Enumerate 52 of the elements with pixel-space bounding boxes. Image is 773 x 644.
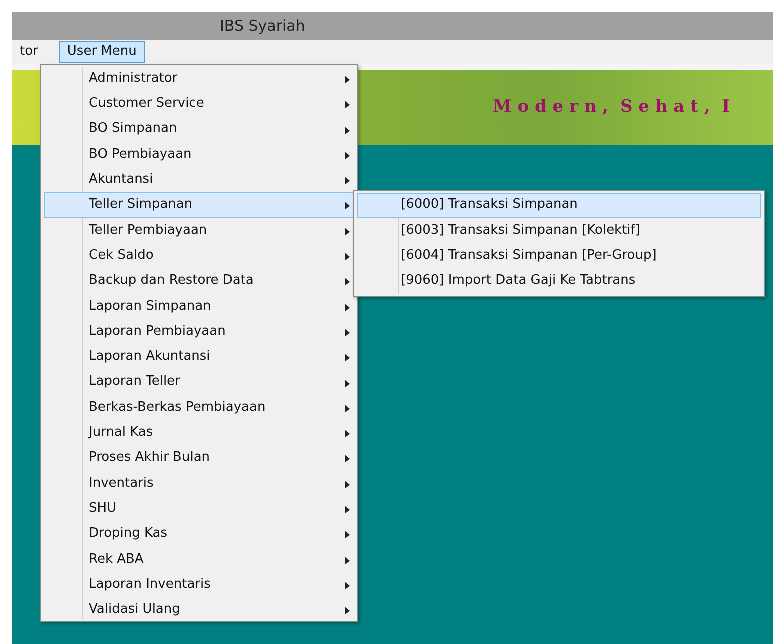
menu-item[interactable]: Laporan Simpanan [44, 294, 354, 319]
submenu-arrow-icon [345, 126, 350, 135]
submenu-item[interactable]: [6000] Transaksi Simpanan [357, 192, 761, 218]
submenu-arrow-icon [345, 430, 350, 438]
submenu-arrow-icon [345, 582, 350, 590]
menu-item[interactable]: Rek ABA [44, 546, 354, 572]
submenu-arrow-icon [345, 228, 350, 236]
menu-item[interactable]: Akuntansi [44, 167, 354, 192]
menu-item[interactable]: Laporan Inventaris [44, 572, 354, 598]
menu-item[interactable]: SHU [44, 496, 354, 522]
menu-item[interactable]: BO Pembiayaan [44, 142, 354, 168]
submenu-arrow-icon [345, 101, 350, 110]
menu-bar-item[interactable]: tor [12, 41, 46, 63]
submenu-arrow-icon [345, 152, 350, 160]
window-title: IBS Syariah [220, 16, 306, 37]
submenu-arrow-icon [345, 404, 350, 413]
menu-item[interactable]: Backup dan Restore Data [44, 268, 354, 294]
menu-item[interactable]: Laporan Akuntansi [44, 344, 354, 370]
menu-item[interactable]: Laporan Teller [44, 370, 354, 395]
menu-item[interactable]: Teller Pembiayaan [44, 218, 354, 244]
submenu-arrow-icon [345, 328, 350, 337]
submenu-arrow-icon [345, 202, 350, 210]
menu-item[interactable]: Customer Service [44, 91, 354, 117]
menu-item[interactable]: Validasi Ulang [44, 597, 354, 623]
menu-item[interactable]: Proses Akhir Bulan [44, 445, 354, 471]
menu-item[interactable]: Cek Saldo [44, 243, 354, 268]
submenu-arrow-icon [345, 480, 350, 489]
submenu-arrow-icon [345, 506, 350, 514]
submenu-arrow-icon [345, 304, 350, 312]
menu-item[interactable]: Administrator [44, 66, 354, 92]
menu-item[interactable]: Inventaris [44, 470, 354, 496]
menu-item[interactable]: Teller Simpanan [44, 192, 354, 218]
menu-item[interactable]: Droping Kas [44, 521, 354, 547]
submenu-arrow-icon [345, 531, 350, 540]
menu-item[interactable]: Berkas-Berkas Pembiayaan [44, 394, 354, 420]
slogan: M o d e r n , S e h a t , I [493, 96, 730, 119]
submenu-arrow-icon [345, 607, 350, 616]
menu-bar-item[interactable]: User Menu [59, 41, 145, 63]
submenu-arrow-icon [345, 354, 350, 362]
submenu-arrow-icon [345, 177, 350, 186]
submenu-arrow-icon [345, 76, 350, 84]
menu-item[interactable]: BO Simpanan [44, 116, 354, 142]
submenu-arrow-icon [345, 380, 350, 388]
submenu-item[interactable]: [6003] Transaksi Simpanan [Kolektif] [357, 218, 761, 244]
submenu-item[interactable]: [6004] Transaksi Simpanan [Per-Group] [357, 243, 761, 268]
submenu-arrow-icon [345, 455, 350, 464]
submenu-item[interactable]: [9060] Import Data Gaji Ke Tabtrans [357, 268, 761, 294]
submenu-arrow-icon [345, 253, 350, 262]
menu-item[interactable]: Laporan Pembiayaan [44, 318, 354, 344]
submenu-arrow-icon [345, 556, 350, 565]
submenu-arrow-icon [345, 278, 350, 286]
menu-item[interactable]: Jurnal Kas [44, 420, 354, 446]
